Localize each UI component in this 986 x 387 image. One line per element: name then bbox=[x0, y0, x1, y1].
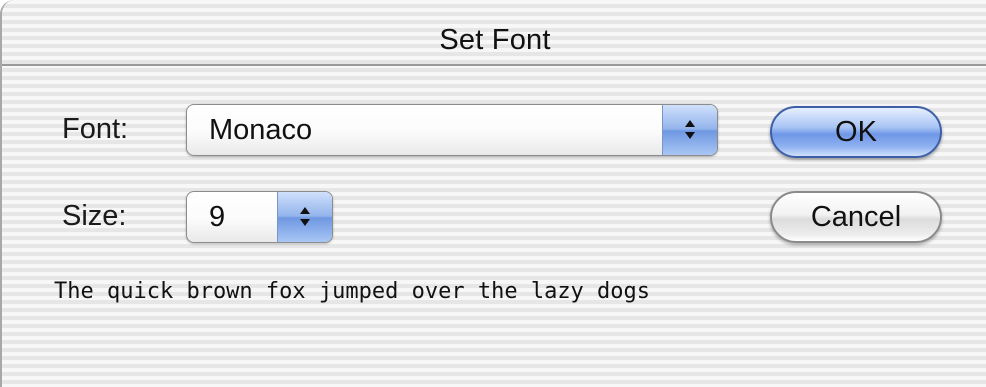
font-label: Font: bbox=[62, 113, 129, 145]
title-bar[interactable]: Set Font bbox=[2, 0, 986, 66]
size-label: Size: bbox=[62, 200, 127, 232]
size-popup[interactable]: 9 bbox=[186, 191, 333, 243]
font-popup-value: Monaco bbox=[209, 114, 313, 146]
cancel-button[interactable]: Cancel bbox=[770, 191, 942, 243]
up-down-arrows-icon bbox=[277, 192, 332, 242]
window-title: Set Font bbox=[439, 24, 551, 56]
set-font-dialog: Set Font Font: Monaco Size: 9 OK Cancel … bbox=[0, 0, 986, 387]
size-popup-value: 9 bbox=[209, 201, 226, 233]
ok-button[interactable]: OK bbox=[770, 106, 942, 158]
font-preview-text: The quick brown fox jumped over the lazy… bbox=[54, 279, 651, 304]
up-down-arrows-icon bbox=[662, 105, 717, 155]
font-popup[interactable]: Monaco bbox=[186, 104, 718, 156]
